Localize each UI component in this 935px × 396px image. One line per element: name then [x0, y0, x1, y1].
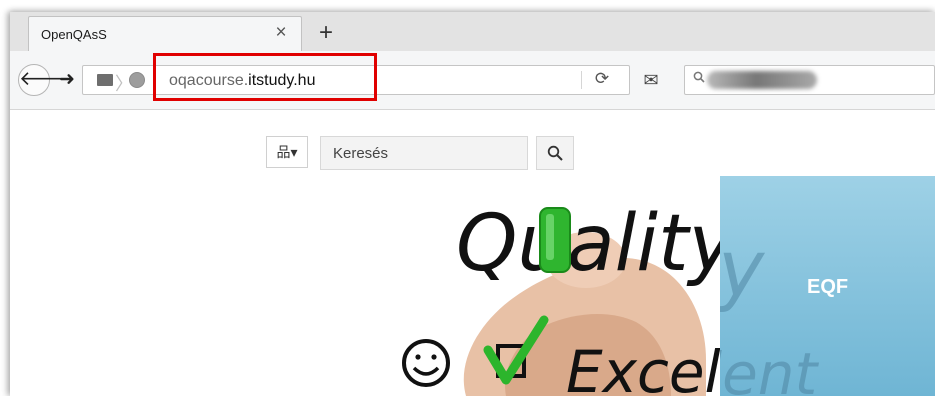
forward-button[interactable]: ➜	[54, 67, 80, 93]
search-placeholder: Keresés	[333, 145, 389, 162]
search-icon	[547, 145, 563, 161]
site-search-button[interactable]	[536, 136, 574, 170]
sitemap-icon: 品▾	[276, 144, 298, 160]
hero-word-quality: Quality	[456, 200, 737, 289]
new-tab-button[interactable]: +	[314, 21, 338, 46]
site-search-input[interactable]: Keresés	[320, 136, 528, 170]
svg-text:lent: lent	[720, 340, 820, 396]
web-page-content: 品▾ Keresés Quality Excellent y ent EQF	[10, 110, 935, 396]
blurred-search-text	[707, 71, 817, 89]
eqf-label: EQF	[807, 276, 849, 298]
tab-title: OpenQAsS	[41, 27, 107, 42]
browser-search-input[interactable]	[684, 65, 935, 95]
tab-strip: OpenQAsS × +	[10, 12, 935, 51]
marker	[539, 207, 571, 273]
globe-icon[interactable]	[129, 72, 145, 88]
close-icon[interactable]: ×	[271, 23, 291, 43]
tab-openqass[interactable]: OpenQAsS ×	[28, 16, 302, 51]
eqf-panel[interactable]: y lent EQF	[720, 176, 935, 396]
mail-icon[interactable]: ✉	[638, 69, 664, 91]
smiley-icon	[402, 339, 450, 387]
sitemap-button[interactable]: 品▾	[266, 136, 308, 168]
reload-icon[interactable]: ⟳	[591, 68, 613, 90]
svg-text:y: y	[720, 225, 766, 315]
browser-window: OpenQAsS × + 🡐 ➜ 〉 oqacourse.itstudy.hu …	[10, 12, 935, 396]
library-icon[interactable]	[97, 74, 113, 86]
navigation-bar: 🡐 ➜ 〉 oqacourse.itstudy.hu ⟳ ✉	[10, 51, 935, 110]
search-icon	[693, 70, 705, 87]
back-button[interactable]: 🡐	[18, 64, 73, 96]
url-highlight-box	[153, 53, 377, 101]
divider	[581, 71, 582, 89]
